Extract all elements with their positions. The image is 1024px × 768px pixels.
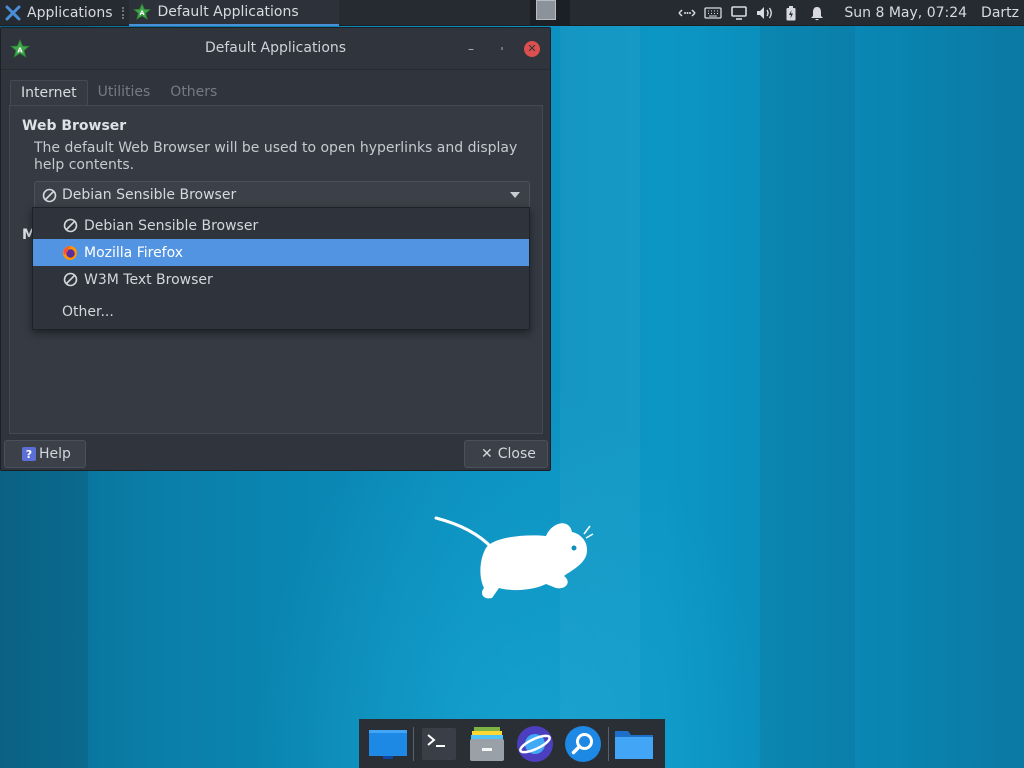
tab-utilities[interactable]: Utilities (88, 80, 161, 106)
close-icon: ✕ (527, 42, 537, 55)
notifications-bell-icon[interactable] (804, 0, 830, 26)
file-manager-drawer-icon (470, 726, 504, 761)
no-icon (63, 218, 78, 233)
svg-text:A: A (139, 10, 144, 17)
xfce-logo-icon (5, 5, 21, 20)
window-close-button[interactable]: ✕ (524, 41, 540, 57)
applications-menu-button[interactable]: Applications (0, 0, 119, 26)
web-browser-dropdown-menu: Debian Sensible Browser Mozilla Firefox … (32, 207, 530, 330)
default-applications-icon: A (132, 2, 151, 20)
window-titlebar[interactable]: A Default Applications – ⬞ ✕ (1, 28, 550, 70)
dropdown-item-label: Mozilla Firefox (84, 244, 184, 261)
no-icon (42, 188, 57, 202)
dock-separator (608, 726, 609, 761)
dropdown-item-label: W3M Text Browser (84, 271, 213, 288)
system-tray: Sun 8 May, 07:24 Dartz (674, 0, 1024, 26)
dropdown-item-mozilla-firefox[interactable]: Mozilla Firefox (33, 239, 529, 266)
dock-home-folder[interactable] (610, 719, 658, 768)
dropdown-item-w3m-text-browser[interactable]: W3M Text Browser (33, 266, 529, 293)
dock-web-browser[interactable] (511, 719, 559, 768)
close-button[interactable]: ✕ Close (464, 440, 548, 468)
maximize-icon: ⬞ (500, 44, 504, 54)
dock-app-finder[interactable] (559, 719, 607, 768)
workspace-1[interactable] (536, 0, 556, 20)
web-browser-heading: Web Browser (22, 118, 127, 134)
tab-internet[interactable]: Internet (10, 80, 88, 106)
combobox-selected-value: Debian Sensible Browser (62, 187, 237, 203)
web-browser-icon (517, 725, 553, 762)
dropdown-item-debian-sensible-browser[interactable]: Debian Sensible Browser (33, 212, 529, 239)
panel-separator (121, 6, 126, 19)
dropdown-item-other[interactable]: Other... (33, 298, 529, 325)
display-icon[interactable] (726, 0, 752, 26)
close-button-label: Close (497, 446, 536, 462)
applications-menu-label: Applications (27, 4, 113, 21)
minimize-button[interactable]: – (463, 41, 479, 57)
dock-file-drawer[interactable] (463, 719, 511, 768)
terminal-icon (422, 727, 456, 760)
app-finder-icon (565, 725, 601, 762)
help-icon: ? (22, 447, 36, 461)
help-button-label: Help (39, 446, 71, 462)
taskbar-button-default-applications[interactable]: A Default Applications (128, 0, 339, 26)
minimize-icon: – (468, 42, 474, 56)
no-icon (63, 272, 78, 287)
xfce-mouse-logo (434, 516, 594, 599)
dropdown-item-label: Other... (62, 303, 114, 320)
tab-bar: Internet Utilities Others (10, 80, 227, 106)
volume-icon[interactable] (752, 0, 778, 26)
taskbar-button-label: Default Applications (157, 3, 299, 20)
close-icon: ✕ (481, 446, 493, 462)
web-browser-description: The default Web Browser will be used to … (34, 140, 518, 173)
dock-panel (359, 719, 665, 768)
maximize-button[interactable]: ⬞ (494, 41, 510, 57)
dock-terminal[interactable] (415, 719, 463, 768)
dropdown-item-label: Debian Sensible Browser (84, 217, 259, 234)
battery-icon[interactable] (778, 0, 804, 26)
web-browser-combobox[interactable]: Debian Sensible Browser (34, 181, 530, 209)
home-folder-icon (615, 730, 653, 759)
user-menu[interactable]: Dartz (981, 5, 1019, 21)
chevron-down-icon (510, 192, 520, 198)
network-icon[interactable] (674, 0, 700, 26)
show-desktop-icon (369, 729, 407, 759)
dock-separator (413, 726, 414, 761)
keyboard-icon[interactable] (700, 0, 726, 26)
tab-others[interactable]: Others (160, 80, 227, 106)
clock[interactable]: Sun 8 May, 07:24 (844, 5, 967, 21)
dock-show-desktop[interactable] (364, 719, 412, 768)
firefox-icon (63, 245, 77, 260)
top-panel: Applications A Default Applications Sun … (0, 0, 1024, 26)
help-button[interactable]: ? Help (4, 440, 86, 468)
